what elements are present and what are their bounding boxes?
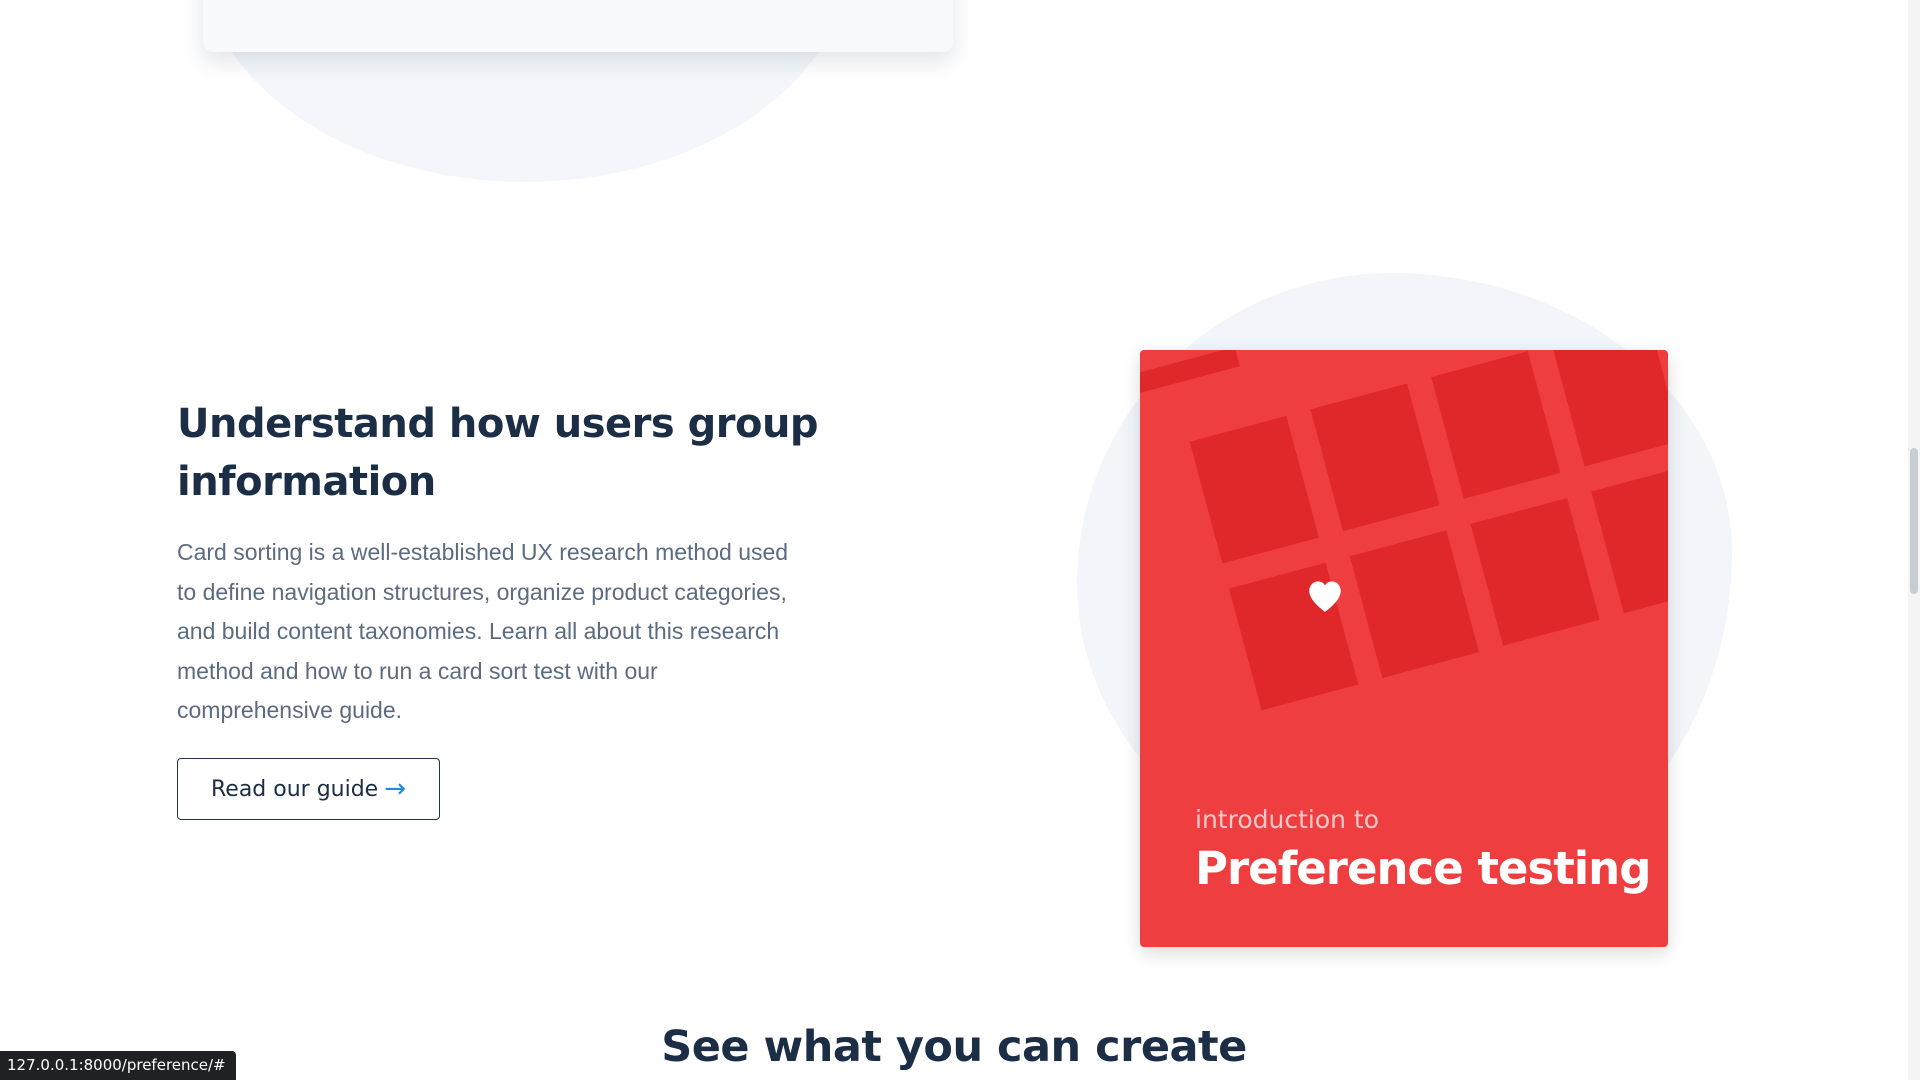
scrollbar-thumb[interactable]	[1910, 448, 1918, 594]
next-section-title: See what you can create	[661, 1022, 1247, 1072]
read-guide-label: Read our guide	[210, 776, 379, 802]
previous-section-card	[203, 0, 953, 52]
arrow-right-icon: →	[384, 774, 407, 804]
heart-icon	[1309, 581, 1341, 612]
status-bar-url: 127.0.0.1:8000/preference/#	[0, 1051, 236, 1080]
section-description: Card sorting is a well-established UX re…	[177, 539, 789, 723]
read-guide-button[interactable]: Read our guide →	[177, 758, 440, 820]
page-scrollbar[interactable]	[1908, 0, 1920, 1080]
section-headline: Understand how users group information	[177, 401, 819, 505]
promo-title: Preference testing	[1195, 842, 1651, 895]
preference-testing-promo-card: introduction to Preference testing	[1140, 350, 1668, 947]
promo-kicker: introduction to	[1195, 805, 1380, 834]
